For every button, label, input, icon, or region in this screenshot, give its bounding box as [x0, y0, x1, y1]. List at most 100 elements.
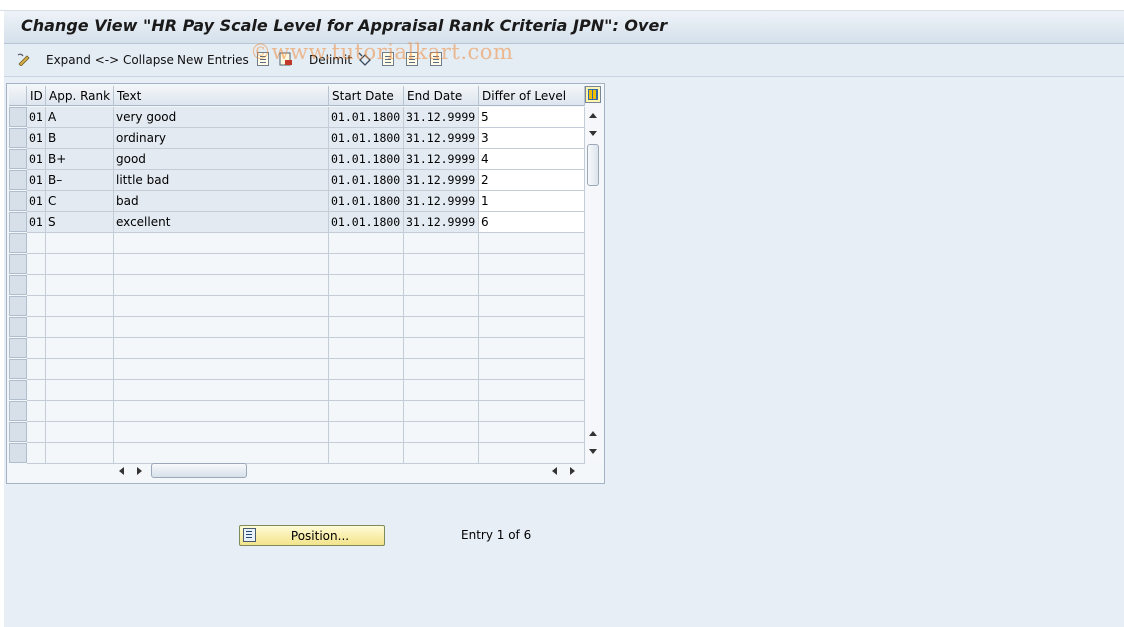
scroll-page-down-icon[interactable]	[589, 449, 597, 454]
empty-cell	[114, 275, 329, 296]
empty-cell	[329, 443, 404, 464]
cell-start-date: 01.01.1800	[329, 107, 404, 128]
horizontal-scrollbar[interactable]	[115, 462, 585, 480]
cell-end-date: 31.12.9999	[404, 107, 479, 128]
cell-differ-of-level[interactable]: 3	[479, 128, 585, 149]
row-selector[interactable]	[9, 317, 27, 337]
cell-id: 01	[27, 170, 46, 191]
cell-differ-of-level[interactable]: 2	[479, 170, 585, 191]
cell-app-rank: C	[46, 191, 114, 212]
cell-text: good	[114, 149, 329, 170]
empty-cell	[46, 380, 114, 401]
cell-start-date: 01.01.1800	[329, 170, 404, 191]
top-border	[0, 0, 1124, 11]
cell-start-date: 01.01.1800	[329, 191, 404, 212]
empty-cell	[114, 359, 329, 380]
cell-id: 01	[27, 128, 46, 149]
column-header-start-date[interactable]: Start Date	[329, 86, 404, 106]
scroll-page-up-icon[interactable]	[589, 431, 597, 436]
empty-cell	[27, 422, 46, 443]
empty-cell	[479, 233, 585, 254]
scroll-down-icon[interactable]	[589, 131, 597, 136]
row-selector[interactable]	[9, 128, 27, 148]
empty-cell	[114, 401, 329, 422]
row-selector[interactable]	[9, 422, 27, 442]
row-selector[interactable]	[9, 107, 27, 127]
row-selector[interactable]	[9, 212, 27, 232]
empty-cell	[27, 296, 46, 317]
empty-cell	[479, 380, 585, 401]
empty-cell	[479, 443, 585, 464]
row-selector[interactable]	[9, 170, 27, 190]
cell-app-rank: A	[46, 107, 114, 128]
empty-cell	[27, 443, 46, 464]
empty-cell	[479, 317, 585, 338]
entry-counter: Entry 1 of 6	[461, 528, 532, 542]
cell-differ-of-level[interactable]: 1	[479, 191, 585, 212]
empty-cell	[404, 380, 479, 401]
empty-cell	[404, 443, 479, 464]
empty-cell	[329, 317, 404, 338]
row-selector[interactable]	[9, 296, 27, 316]
row-selector[interactable]	[9, 380, 27, 400]
row-selector[interactable]	[9, 233, 27, 253]
scroll-left-icon[interactable]	[119, 467, 124, 475]
cell-differ-of-level[interactable]: 6	[479, 212, 585, 233]
vertical-scroll-thumb[interactable]	[587, 144, 599, 186]
expand-collapse-button[interactable]: Expand <-> Collapse	[46, 51, 174, 69]
watermark: ©www.tutorialkart.com	[250, 40, 514, 64]
cell-id: 01	[27, 107, 46, 128]
scroll-up-icon[interactable]	[589, 113, 597, 118]
column-header-app-rank[interactable]: App. Rank	[46, 86, 114, 106]
empty-cell	[46, 296, 114, 317]
cell-app-rank: B–	[46, 170, 114, 191]
cell-end-date: 31.12.9999	[404, 170, 479, 191]
scroll-far-right-icon[interactable]	[570, 467, 575, 475]
empty-cell	[114, 380, 329, 401]
row-selector[interactable]	[9, 149, 27, 169]
cell-differ-of-level[interactable]: 5	[479, 107, 585, 128]
empty-cell	[46, 338, 114, 359]
row-selector[interactable]	[9, 191, 27, 211]
cell-differ-of-level[interactable]: 4	[479, 149, 585, 170]
cell-text: very good	[114, 107, 329, 128]
column-header-end-date[interactable]: End Date	[404, 86, 479, 106]
new-entries-button[interactable]: New Entries	[177, 51, 249, 69]
empty-cell	[27, 338, 46, 359]
column-header-text[interactable]: Text	[114, 86, 329, 106]
table-settings-icon[interactable]	[585, 86, 601, 103]
row-selector[interactable]	[9, 359, 27, 379]
column-header-id[interactable]: ID	[27, 86, 46, 106]
cell-start-date: 01.01.1800	[329, 149, 404, 170]
column-header-differ-of-level[interactable]: Differ of Level	[479, 86, 585, 106]
row-selector[interactable]	[9, 443, 27, 463]
position-button[interactable]: Position...	[239, 525, 385, 546]
empty-cell	[46, 359, 114, 380]
row-selector[interactable]	[9, 338, 27, 358]
vertical-scrollbar[interactable]	[585, 106, 602, 462]
cell-id: 01	[27, 149, 46, 170]
empty-cell	[27, 275, 46, 296]
scroll-far-left-icon[interactable]	[552, 467, 557, 475]
row-selector[interactable]	[9, 401, 27, 421]
title-bar: Change View "HR Pay Scale Level for Appr…	[4, 11, 1124, 44]
empty-cell	[404, 254, 479, 275]
row-selector[interactable]	[9, 275, 27, 295]
row-selector[interactable]	[9, 254, 27, 274]
scroll-right-icon[interactable]	[137, 467, 142, 475]
position-button-label: Position...	[290, 529, 350, 543]
empty-cell	[479, 254, 585, 275]
display-change-icon[interactable]	[17, 52, 31, 67]
empty-cell	[114, 443, 329, 464]
empty-cell	[27, 380, 46, 401]
select-all-rows-header[interactable]	[9, 86, 27, 106]
empty-cell	[114, 422, 329, 443]
empty-cell	[329, 296, 404, 317]
empty-cell	[479, 401, 585, 422]
cell-end-date: 31.12.9999	[404, 149, 479, 170]
cell-start-date: 01.01.1800	[329, 212, 404, 233]
empty-cell	[404, 359, 479, 380]
horizontal-scroll-thumb[interactable]	[151, 463, 247, 478]
empty-cell	[404, 401, 479, 422]
cell-text: excellent	[114, 212, 329, 233]
